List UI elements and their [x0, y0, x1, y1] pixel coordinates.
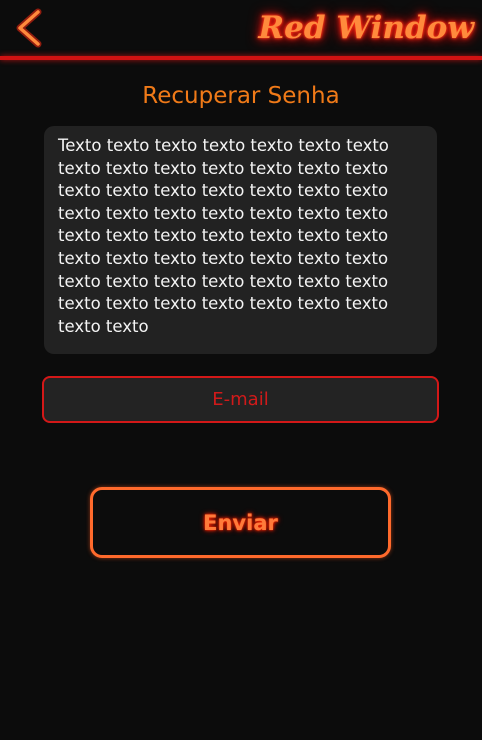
send-button[interactable]: Enviar: [90, 487, 391, 558]
info-text: Texto texto texto texto texto texto text…: [58, 136, 389, 336]
header-divider: [0, 56, 482, 60]
page-title: Recuperar Senha: [142, 83, 340, 109]
back-button[interactable]: [8, 6, 52, 50]
email-input[interactable]: [44, 378, 437, 421]
info-box: Texto texto texto texto texto texto text…: [44, 126, 437, 354]
email-field[interactable]: [42, 376, 439, 423]
send-button-label: Enviar: [203, 510, 278, 535]
chevron-left-icon: [16, 8, 42, 48]
app-header: Red Window: [0, 0, 482, 56]
brand-logo: Red Window: [258, 10, 474, 46]
